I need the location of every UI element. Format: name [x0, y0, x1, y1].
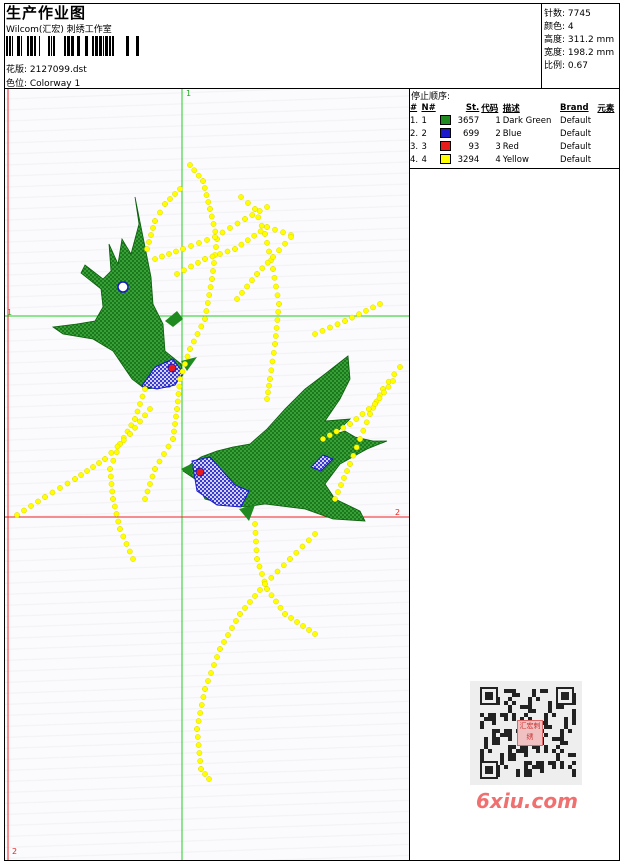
- row-index: 1.: [410, 115, 419, 126]
- upper-bird-eye-red: [167, 363, 177, 373]
- row-element: [596, 114, 618, 127]
- row-brand: Default: [560, 115, 592, 126]
- col-index: #: [410, 102, 418, 113]
- row-swatch: [439, 153, 454, 166]
- frame-top: [4, 3, 620, 4]
- row-element: [596, 153, 618, 166]
- row-needle: 2: [421, 128, 427, 139]
- canvas-panel-divider: [409, 88, 410, 861]
- stat-colors: 颜色: 4: [544, 22, 574, 32]
- row-swatch: [439, 127, 454, 140]
- row-index: 3.: [410, 141, 419, 152]
- color-swatch-icon: [439, 141, 451, 152]
- watermark-text: 6xiu.com: [476, 789, 578, 813]
- col-needle: N#: [421, 102, 436, 113]
- upper-bird-eye-blue: [117, 281, 129, 293]
- color-sequence-table: # N# St. 代码 描述 Brand 元素 1. 1 3657 1 Dark Gre…: [409, 101, 618, 166]
- row-description: Dark Green: [502, 115, 552, 126]
- barcode-icon: [6, 36, 139, 56]
- stat-scale: 比例: 0.67: [544, 61, 588, 71]
- axis-label-left: 1: [7, 308, 13, 317]
- row-code: 4: [495, 154, 501, 165]
- row-description: Red: [502, 141, 519, 152]
- color-swatch-icon: [439, 128, 451, 139]
- lower-bird-leaf: [239, 505, 255, 521]
- axis-label-right: 2: [395, 508, 401, 517]
- row-code: 3: [495, 141, 501, 152]
- col-swatch: [439, 101, 454, 114]
- row-needle: 1: [421, 115, 427, 126]
- stat-height: 高度: 311.2 mm: [544, 35, 615, 45]
- company-name: Wilcom(汇宏) 刺绣工作室: [6, 25, 112, 35]
- row-stitches: 3657: [457, 115, 480, 126]
- row-index: 2.: [410, 128, 419, 139]
- axis-label-top: 1: [186, 89, 192, 98]
- axis-label-bottom: 2: [12, 847, 18, 856]
- col-element: 元素: [597, 103, 615, 114]
- page-title: 生产作业图: [6, 4, 87, 22]
- row-swatch: [439, 114, 454, 127]
- table-row: 3. 3 93 3 Red Default: [409, 140, 618, 153]
- row-code: 1: [495, 115, 501, 126]
- row-description: Yellow: [502, 154, 529, 165]
- row-needle: 3: [421, 141, 427, 152]
- row-brand: Default: [560, 154, 592, 165]
- table-row: 4. 4 3294 4 Yellow Default: [409, 153, 618, 166]
- embroidery-preview: [5, 89, 409, 860]
- design-canvas[interactable]: 1 1 2 2: [5, 89, 409, 860]
- row-stitches: 93: [468, 141, 480, 152]
- lower-bird-eye-red: [195, 467, 205, 477]
- row-brand: Default: [560, 141, 592, 152]
- row-element: [596, 127, 618, 140]
- row-needle: 4: [421, 154, 427, 165]
- watermark-seal: 汇宏刺绣: [517, 720, 543, 746]
- row-index: 4.: [410, 154, 419, 165]
- upper-bird-body: [51, 196, 184, 390]
- stat-width: 宽度: 198.2 mm: [544, 48, 615, 58]
- table-header-row: # N# St. 代码 描述 Brand 元素: [409, 101, 618, 114]
- design-name: 花版: 2127099.dst: [6, 65, 87, 75]
- upper-bird-leaf: [165, 311, 183, 327]
- col-description: 描述: [502, 103, 520, 114]
- col-code: 代码: [481, 103, 499, 114]
- row-description: Blue: [502, 128, 522, 139]
- row-code: 2: [495, 128, 501, 139]
- table-row: 2. 2 699 2 Blue Default: [409, 127, 618, 140]
- stats-divider: [541, 3, 542, 89]
- colorway-label: 色位: Colorway 1: [6, 79, 81, 89]
- table-row: 1. 1 3657 1 Dark Green Default: [409, 114, 618, 127]
- row-brand: Default: [560, 128, 592, 139]
- table-bottom-line: [409, 168, 620, 169]
- color-swatch-icon: [439, 115, 451, 126]
- row-swatch: [439, 140, 454, 153]
- stat-stitches: 针数: 7745: [544, 9, 591, 19]
- color-swatch-icon: [439, 154, 451, 165]
- row-stitches: 3294: [457, 154, 480, 165]
- row-stitches: 699: [463, 128, 480, 139]
- col-brand: Brand: [560, 102, 589, 113]
- col-stitches: St.: [465, 102, 480, 113]
- row-element: [596, 140, 618, 153]
